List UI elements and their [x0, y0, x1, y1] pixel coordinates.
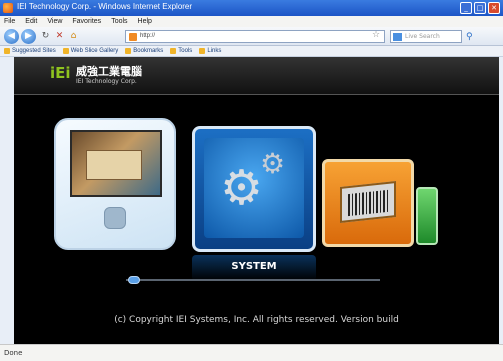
device-card-slot	[104, 207, 126, 229]
site-favicon	[129, 33, 137, 41]
carousel-slider-thumb[interactable]	[128, 276, 140, 284]
system-tile-face: ⚙ ⚙	[204, 138, 304, 238]
barcode-label-icon	[340, 181, 396, 223]
bookmark-icon	[170, 48, 177, 54]
address-text: http://	[140, 33, 156, 39]
bookmarks-bar: Suggested Sites Web Slice Gallery Bookma…	[0, 46, 503, 57]
menu-view[interactable]: View	[47, 18, 62, 25]
window-controls: _ □ ✕	[460, 2, 500, 14]
status-bar: Done	[0, 344, 503, 361]
menu-help[interactable]: Help	[138, 18, 152, 25]
menu-file[interactable]: File	[4, 18, 15, 25]
stop-icon[interactable]: ✕	[54, 31, 65, 42]
maximize-button[interactable]: □	[474, 2, 486, 14]
back-arrow-icon[interactable]: ◀	[4, 29, 19, 44]
menu-bar: File Edit View Favorites Tools Help	[0, 16, 503, 27]
bookmark-item[interactable]: Links	[199, 48, 221, 54]
barcode-tile[interactable]	[322, 159, 414, 247]
system-tile[interactable]: ⚙ ⚙	[192, 126, 316, 252]
device-screen-content	[86, 150, 142, 180]
close-button[interactable]: ✕	[488, 2, 500, 14]
green-tile[interactable]	[416, 187, 438, 245]
system-label: SYSTEM	[231, 261, 277, 272]
menu-edit[interactable]: Edit	[25, 18, 37, 25]
brand-logo: iEi	[50, 64, 71, 82]
brand-header: iEi 威強工業電腦 IEI Technology Corp.	[14, 57, 499, 95]
bookmark-icon	[4, 48, 10, 54]
brand-subtitle: IEI Technology Corp.	[76, 78, 137, 85]
brand-name: 威強工業電腦	[76, 65, 142, 78]
barcode-lines	[348, 189, 388, 217]
bookmark-icon	[199, 48, 206, 54]
refresh-icon[interactable]: ↻	[40, 31, 51, 42]
small-gear-icon: ⚙	[260, 147, 286, 180]
browser-icon	[3, 3, 13, 13]
address-bar[interactable]: http://	[125, 30, 385, 43]
bookmark-item[interactable]: Tools	[170, 48, 192, 54]
menu-favorites[interactable]: Favorites	[72, 18, 101, 25]
window-title: IEI Technology Corp. - Windows Internet …	[17, 2, 193, 11]
gear-icon: ⚙	[220, 160, 264, 216]
search-input[interactable]: Live Search	[390, 30, 462, 43]
minimize-button[interactable]: _	[460, 2, 472, 14]
device-screen-image	[70, 130, 162, 197]
bookmark-item[interactable]: Suggested Sites	[4, 48, 56, 54]
search-placeholder: Live Search	[405, 33, 440, 40]
favorite-star-icon[interactable]: ☆	[372, 30, 380, 40]
title-bar: IEI Technology Corp. - Windows Internet …	[0, 0, 503, 16]
home-icon[interactable]: ⌂	[68, 31, 79, 42]
bookmark-icon	[62, 48, 69, 54]
forward-arrow-icon[interactable]: ▶	[21, 29, 36, 44]
search-icon[interactable]: ⚲	[466, 32, 473, 42]
bookmark-item[interactable]: Web Slice Gallery	[62, 48, 118, 54]
bookmark-icon	[125, 48, 132, 54]
navigation-bar: ◀ ▶ ↻ ✕ ⌂ http:// ☆ Live Search ⚲	[0, 27, 503, 46]
search-provider-icon	[393, 33, 402, 41]
device-tile[interactable]	[54, 118, 176, 250]
copyright-text: (c) Copyright IEI Systems, Inc. All righ…	[114, 315, 399, 325]
carousel-track[interactable]	[126, 279, 380, 281]
menu-tools[interactable]: Tools	[111, 18, 127, 25]
browser-window: IEI Technology Corp. - Windows Internet …	[0, 0, 503, 361]
status-text: Done	[4, 349, 23, 357]
page-content: iEi 威強工業電腦 IEI Technology Corp. ⚙ ⚙ SYST…	[14, 57, 499, 344]
bookmark-item[interactable]: Bookmarks	[125, 48, 163, 54]
